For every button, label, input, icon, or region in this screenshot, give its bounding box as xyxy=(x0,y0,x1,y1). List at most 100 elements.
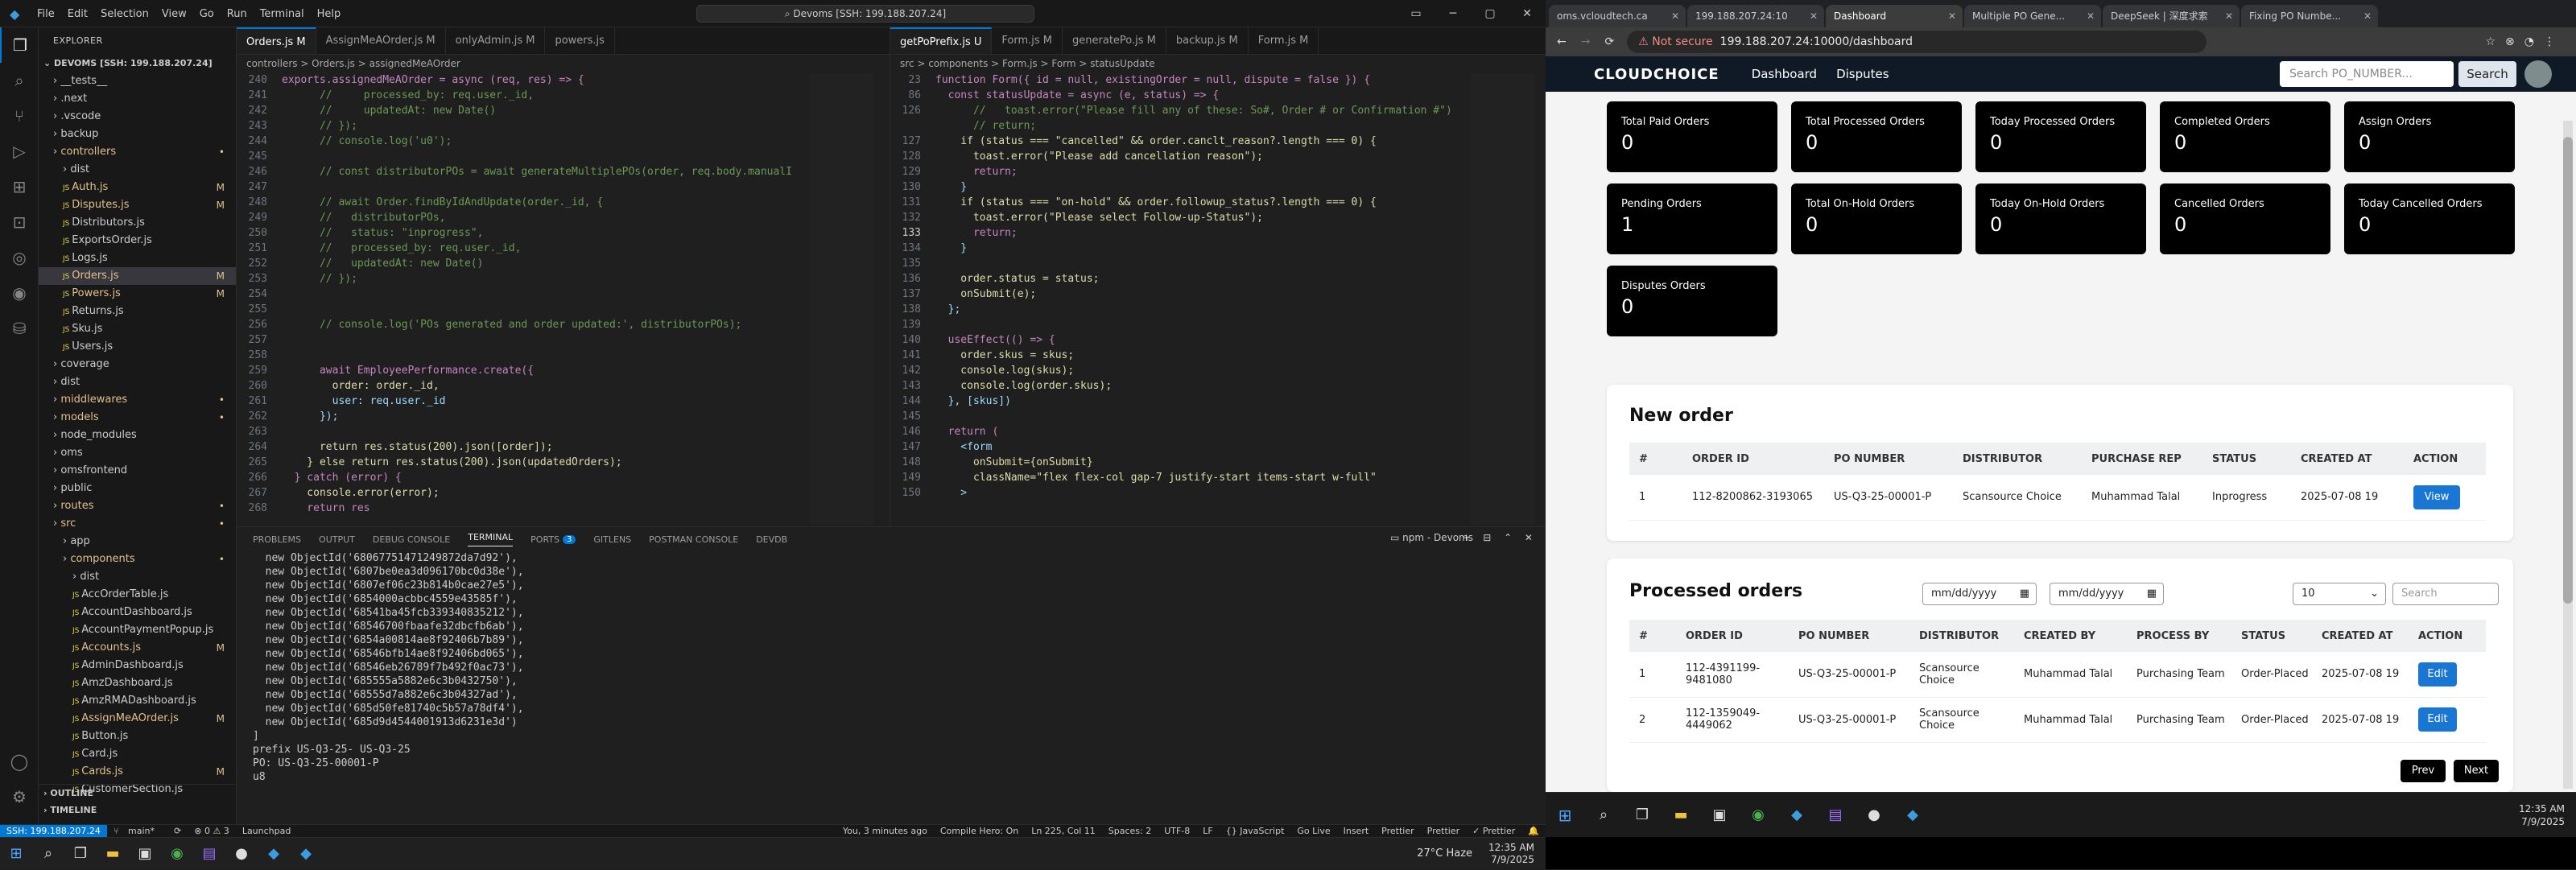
browser-tab[interactable]: Fixing PO Numbe... ✕ xyxy=(2241,5,2378,27)
next-button[interactable]: Next xyxy=(2454,760,2499,782)
database-icon[interactable]: ⛁ xyxy=(0,311,39,346)
notifications-icon[interactable]: 🔔 xyxy=(1521,826,1546,836)
panel-tab[interactable]: PORTS xyxy=(530,534,559,545)
compile-hero[interactable]: Compile Hero: On xyxy=(934,826,1025,836)
stat-card[interactable]: Today Processed Orders 0 xyxy=(1975,101,2146,172)
chrome-icon-2[interactable]: ◉ xyxy=(1739,806,1777,823)
git-blame[interactable]: You, 3 minutes ago xyxy=(836,826,934,836)
tree-item[interactable]: › omsfrontend xyxy=(39,462,236,480)
tree-item[interactable]: › models • xyxy=(39,409,236,427)
tab-close-icon[interactable]: ✕ xyxy=(1671,5,1679,27)
source-control-icon[interactable]: ⑂ xyxy=(0,98,39,134)
menu-item[interactable]: View xyxy=(155,8,193,20)
tree-item[interactable]: › dist xyxy=(39,568,236,586)
tree-item[interactable]: › app xyxy=(39,533,236,550)
stat-card[interactable]: Pending Orders 1 xyxy=(1607,183,1777,254)
search-icon[interactable]: ⌕ xyxy=(0,63,39,98)
tab-close-icon[interactable]: ✕ xyxy=(1810,5,1818,27)
branch-indicator[interactable]: ⑂ main* xyxy=(107,826,167,836)
account-icon[interactable]: ◯ xyxy=(0,744,39,779)
go-live-button[interactable]: Go Live xyxy=(1290,826,1336,836)
editor-tab[interactable]: getPoPrefix.js U xyxy=(890,27,993,54)
avatar[interactable] xyxy=(2524,60,2552,88)
panel-tab[interactable]: POSTMAN CONSOLE xyxy=(649,534,738,545)
panel-tab[interactable]: DEBUG CONSOLE xyxy=(373,534,450,545)
command-center[interactable]: ⌕ Devoms [SSH: 199.188.207.24] xyxy=(696,5,1034,23)
stat-card[interactable]: Assign Orders 0 xyxy=(2344,101,2515,172)
browser-tab[interactable]: Dashboard ✕ xyxy=(1826,5,1963,27)
page-scrollbar[interactable] xyxy=(2563,121,2573,789)
vscode-taskbar-icon-4[interactable]: ◆ xyxy=(1893,806,1932,823)
browser-tab[interactable]: DeepSeek | 深度求索 ✕ xyxy=(2103,5,2240,27)
launchpad-button[interactable]: Launchpad xyxy=(236,826,298,836)
editor-tab[interactable]: generatePo.js M xyxy=(1063,27,1166,54)
tree-item[interactable]: JS AssignMeAOrder.js M xyxy=(39,710,236,728)
scrollbar-thumb[interactable] xyxy=(2563,137,2573,604)
browser-toolbar-icons[interactable]: ☆⊗◔⋮ xyxy=(2486,35,2566,48)
tree-item[interactable]: › controllers • xyxy=(39,143,236,161)
tree-item[interactable]: JS Button.js xyxy=(39,728,236,745)
view-button[interactable]: View xyxy=(2413,484,2460,509)
tree-item[interactable]: JS Powers.js M xyxy=(39,285,236,303)
maximize-icon[interactable]: ▢ xyxy=(1472,0,1509,27)
panel-tab[interactable]: GITLENS xyxy=(593,534,631,545)
stat-card[interactable]: Today Cancelled Orders 0 xyxy=(2344,183,2515,254)
tree-item[interactable]: JS Auth.js M xyxy=(39,179,236,196)
browser-tab[interactable]: Multiple PO Gene... ✕ xyxy=(1964,5,2101,27)
postman-icon[interactable]: ◉ xyxy=(0,275,39,311)
minimap-left[interactable] xyxy=(810,74,874,525)
tree-item[interactable]: › .vscode xyxy=(39,108,236,126)
close-icon[interactable]: ✕ xyxy=(1509,0,1546,27)
tree-item[interactable]: JS ExportsOrder.js xyxy=(39,232,236,249)
weather-widget[interactable]: 27°C Haze xyxy=(1417,847,1472,860)
tree-item[interactable]: › src • xyxy=(39,515,236,533)
tree-item[interactable]: JS Disputes.js M xyxy=(39,196,236,214)
sync-icon[interactable]: ⟳ xyxy=(167,826,188,836)
tree-item[interactable]: › dist xyxy=(39,373,236,391)
file-explorer-icon[interactable]: ▬ xyxy=(97,838,129,870)
terminal-name[interactable]: ▭ npm - Devoms xyxy=(1390,532,1473,543)
tree-item[interactable]: JS AccOrderTable.js xyxy=(39,586,236,604)
tree-item[interactable]: › dist xyxy=(39,161,236,179)
clock-left[interactable]: 12:35 AM 7/9/2025 xyxy=(1488,842,1534,866)
language-mode[interactable]: {} JavaScript xyxy=(1220,826,1291,836)
url-field[interactable]: ⚠ Not secure 199.188.207.24:10000/dashbo… xyxy=(1627,31,2207,53)
panel-tab[interactable]: DEVDB xyxy=(756,534,787,545)
menu-item[interactable]: File xyxy=(31,8,61,20)
run-debug-icon[interactable]: ▷ xyxy=(0,134,39,169)
tree-item[interactable]: › public xyxy=(39,480,236,497)
stat-card[interactable]: Total Paid Orders 0 xyxy=(1607,101,1777,172)
extensions-icon[interactable]: ⊞ xyxy=(0,169,39,204)
editor-tab[interactable]: Form.js M xyxy=(1249,27,1319,54)
nav-dashboard[interactable]: Dashboard xyxy=(1752,67,1817,81)
windows-start-icon-2[interactable]: ⊞ xyxy=(1546,806,1584,825)
date-to-input[interactable]: mm/dd/yyyy ▦ xyxy=(2050,583,2164,605)
outline-section[interactable]: › OUTLINE xyxy=(39,784,237,802)
windows-start-icon[interactable]: ⊞ xyxy=(0,838,32,870)
editor-tab[interactable]: Orders.js M xyxy=(237,27,316,54)
app2-icon[interactable]: ● xyxy=(225,838,258,870)
vscode-taskbar-icon-3[interactable]: ◆ xyxy=(1777,806,1816,823)
tree-item[interactable]: JS Accounts.js M xyxy=(39,639,236,657)
editor-tab[interactable]: AssignMeAOrder.js M xyxy=(316,27,446,54)
remote-indicator[interactable]: SSH: 199.188.207.24 xyxy=(0,824,107,838)
vscode-taskbar-icon[interactable]: ◆ xyxy=(258,838,290,870)
tree-item[interactable]: › routes • xyxy=(39,497,236,515)
tree-item[interactable]: › node_modules xyxy=(39,427,236,444)
brand-logo[interactable]: CLOUDCHOICE xyxy=(1594,66,1719,83)
workspace-root[interactable]: ⌄ DEVOMS [SSH: 199.188.207.24] xyxy=(39,55,236,72)
minimize-icon[interactable]: ─ xyxy=(1435,0,1472,27)
forward-icon[interactable]: → xyxy=(1581,35,1591,48)
cursor-position[interactable]: Ln 225, Col 11 xyxy=(1025,826,1102,836)
tree-item[interactable]: JS AmzDashboard.js xyxy=(39,674,236,692)
editor-tab[interactable]: backup.js M xyxy=(1166,27,1249,54)
store-icon-2[interactable]: ▣ xyxy=(1700,806,1739,823)
tree-item[interactable]: JS Users.js xyxy=(39,338,236,356)
tree-item[interactable]: JS AdminDashboard.js xyxy=(39,657,236,674)
editor-tab[interactable]: onlyAdmin.js M xyxy=(446,27,546,54)
prettier-status-2[interactable]: Prettier xyxy=(1421,826,1466,836)
stat-card[interactable]: Today On-Hold Orders 0 xyxy=(1975,183,2146,254)
tree-item[interactable]: › middlewares • xyxy=(39,391,236,409)
encoding[interactable]: UTF-8 xyxy=(1158,826,1196,836)
stat-card[interactable]: Total Processed Orders 0 xyxy=(1791,101,1962,172)
